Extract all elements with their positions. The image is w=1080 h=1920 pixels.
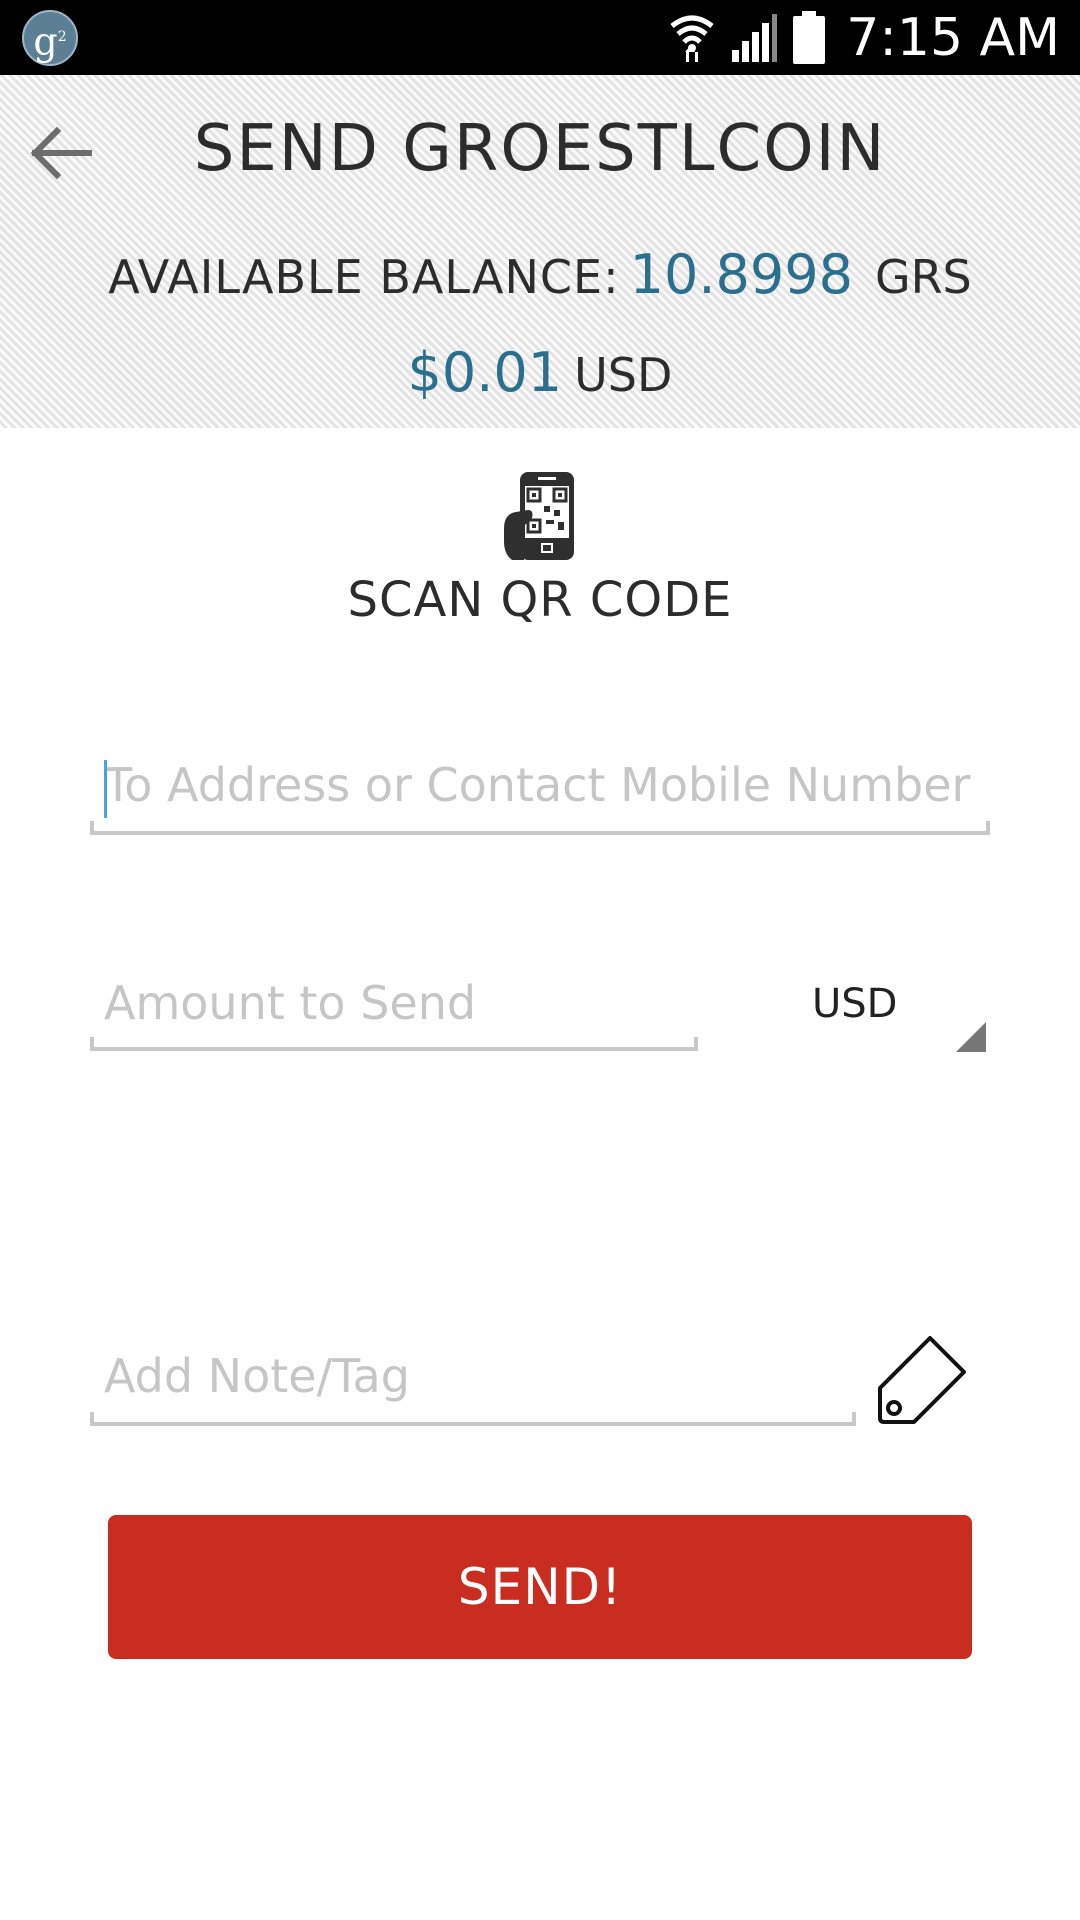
to-address-underline-left-tick [90, 821, 94, 835]
status-time: 7:15 AM [846, 8, 1060, 68]
wifi-icon [670, 15, 714, 62]
scan-qr-label: SCAN QR CODE [347, 572, 733, 628]
send-button[interactable]: SEND! [108, 1515, 972, 1659]
to-address-underline-right-tick [986, 821, 990, 835]
groestlcoin-logo-icon: g2 [22, 10, 78, 66]
tag-button[interactable] [872, 1330, 972, 1430]
app-logo-letter: g [33, 19, 58, 64]
fiat-unit: USD [574, 348, 673, 402]
amount-input[interactable] [90, 965, 698, 1051]
amount-underline-right-tick [694, 1037, 698, 1051]
signal-icon [732, 14, 778, 62]
note-underline-right-tick [852, 1412, 856, 1426]
fiat-balance: $0.01 USD [0, 343, 1080, 405]
tag-icon [878, 1336, 966, 1424]
dropdown-triangle-icon [956, 1022, 986, 1052]
status-icons: 7:15 AM [668, 6, 1060, 70]
phone-qr-code-icon [504, 472, 574, 560]
scan-qr-button[interactable]: SCAN QR CODE [340, 470, 740, 630]
balance-value: 10.8998 [629, 243, 853, 306]
balance-unit: GRS [874, 250, 972, 304]
text-cursor [104, 760, 107, 818]
header: SEND GROESTLCOIN AVAILABLE BALANCE: 10.89… [0, 75, 1080, 428]
balance-label: AVAILABLE BALANCE: [108, 250, 620, 304]
battery-icon [793, 11, 826, 64]
status-bar: g2 7:15 AM [0, 0, 1080, 75]
currency-selected: USD [812, 981, 898, 1027]
to-address-input[interactable] [90, 745, 990, 835]
amount-underline-left-tick [90, 1037, 94, 1051]
note-underline-left-tick [90, 1412, 94, 1426]
page-title: SEND GROESTLCOIN [193, 112, 887, 186]
fiat-value: $0.01 [407, 341, 563, 404]
available-balance: AVAILABLE BALANCE: 10.8998 GRS [0, 245, 1080, 307]
currency-dropdown[interactable]: USD [760, 968, 990, 1058]
note-tag-input[interactable] [90, 1336, 856, 1426]
